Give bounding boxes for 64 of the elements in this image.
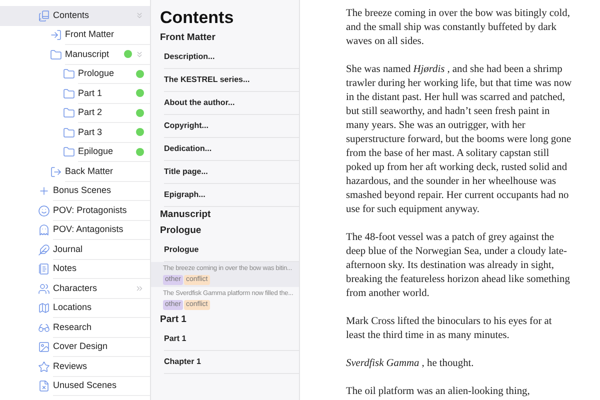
chevron-icon[interactable] xyxy=(135,50,144,59)
item-label: Journal xyxy=(53,242,84,256)
people-icon xyxy=(38,282,50,295)
section-heading: Front Matter xyxy=(160,30,216,45)
item-label: Reviews xyxy=(53,360,88,372)
pane-title: Contents xyxy=(160,8,234,27)
map-icon xyxy=(38,302,50,314)
glasses-icon xyxy=(38,322,50,334)
item-label: Part 2 xyxy=(78,106,104,119)
item-label: Bonus Scenes xyxy=(53,184,112,197)
item-label: Unused Scenes xyxy=(53,379,118,392)
list-item[interactable]: Copyright... xyxy=(164,115,299,138)
paragraph: The 48-foot vessel was a patch of grey against the deep blue of the Norwegian Sea, under a cloudy late-afternoon sky. Its destination was already in sight, breaking the featureless horizon ahead like something from another world. xyxy=(346,231,571,301)
paragraph: Mark Cross lifted the binoculars to his eyes for at least the third time in as many minutes. xyxy=(346,315,553,343)
item-label: POV: Protagonists xyxy=(53,204,128,217)
list-item[interactable]: The KESTREL series... xyxy=(164,69,299,92)
section-heading: Part 1 xyxy=(160,312,186,327)
star-icon xyxy=(38,360,50,373)
folder-icon xyxy=(63,146,75,158)
notebook-icon xyxy=(38,263,50,276)
paragraph: Sverdfisk Gamma , he thought. xyxy=(346,357,475,371)
item-label: Notes xyxy=(53,262,78,275)
exit-icon xyxy=(50,166,62,178)
folder-icon xyxy=(50,48,62,61)
file-icon xyxy=(38,380,50,392)
plus-icon xyxy=(38,185,50,198)
sidebar-item[interactable]: Contents xyxy=(0,6,150,26)
folder-icon xyxy=(63,126,75,139)
section-heading: Manuscript xyxy=(160,208,211,222)
item-label: Front Matter xyxy=(65,28,116,41)
paragraph: The breeze coming in over the bow was bitingly cold, and the small ship was constantly buffeted by dark waves on all sides. xyxy=(346,7,571,49)
list-item[interactable]: Description... xyxy=(164,46,299,69)
item-label: Back Matter xyxy=(65,164,114,178)
item-label: Part 1 xyxy=(78,86,104,100)
section-heading: Prologue xyxy=(160,224,202,238)
ghost-icon xyxy=(38,224,50,236)
feather-icon xyxy=(38,244,50,256)
item-label: Epilogue xyxy=(78,145,114,158)
list-item[interactable]: About the author... xyxy=(164,92,299,115)
item-label: Prologue xyxy=(78,67,116,80)
paragraph: She was named Hjørdis , and she had been a shrimp trawler during her working life, but that time was now in the distant past. Her hull was scarred and patched, but still seaworthy, and hadn’t seen fresh paint in many years. She was an outrigger, with her superstructure forward, but the booms were long gone from the base of her mast. A solitary capstan still poked up from her aft working deck, rusted solid and hazardous, and the sounder in her wheelhouse was smashed beyond repair. Her current occupants had no use for such equipment anyway. xyxy=(346,63,572,217)
folder-icon xyxy=(63,88,75,100)
item-label: Part 3 xyxy=(78,126,104,138)
item-label: Manuscript xyxy=(65,48,110,61)
chevron-icon[interactable] xyxy=(135,11,144,20)
list-item[interactable]: Chapter 1 xyxy=(164,350,299,374)
list-item[interactable]: Part 1 xyxy=(164,328,299,351)
folder-icon xyxy=(63,68,75,80)
image-icon xyxy=(38,341,50,354)
item-label: POV: Antagonists xyxy=(53,223,124,236)
enter-icon xyxy=(50,29,62,42)
list-item[interactable]: Dedication... xyxy=(164,138,299,161)
item-label: Locations xyxy=(53,301,93,314)
item-label: Contents xyxy=(53,9,90,22)
books-icon xyxy=(38,10,50,22)
list-item[interactable]: Title page... xyxy=(164,161,299,184)
chevron-icon[interactable] xyxy=(135,284,144,293)
item-label: Cover Design xyxy=(53,340,109,353)
item-label: Characters xyxy=(53,282,98,294)
folder-icon xyxy=(63,107,75,120)
paragraph: The oil platform was an alien-looking thing, xyxy=(346,385,531,399)
list-item[interactable]: Epigraph... xyxy=(164,184,299,207)
item-label: Research xyxy=(53,320,93,334)
face-icon xyxy=(38,204,50,217)
